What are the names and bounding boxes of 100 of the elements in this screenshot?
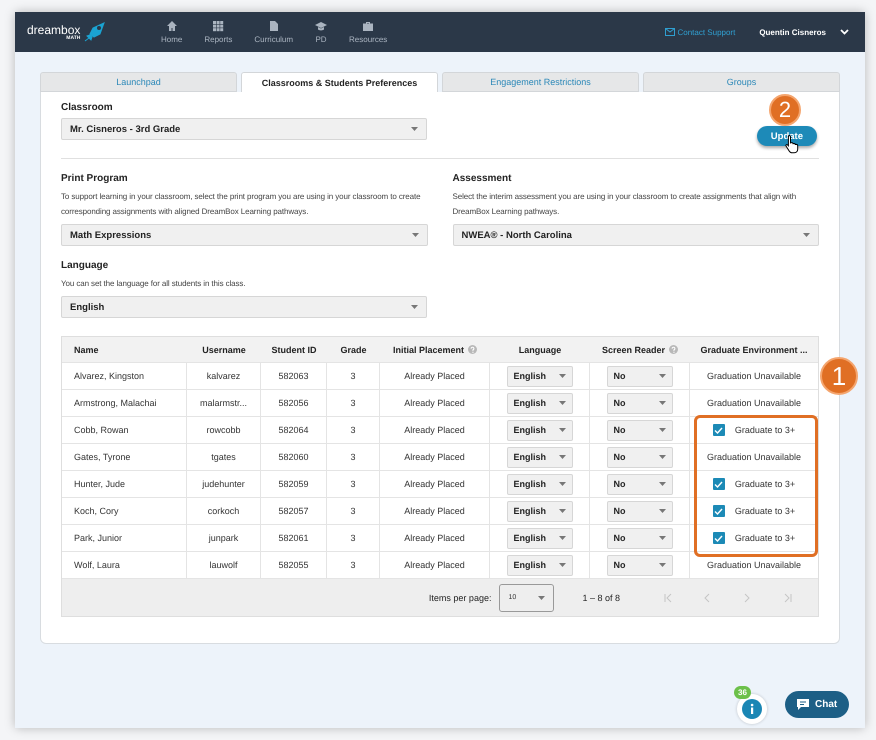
step-callout: 1 [820, 357, 858, 395]
tab[interactable]: Classrooms & Students Preferences [241, 72, 438, 92]
field-description: You can set the language for all students in this class. [61, 278, 246, 290]
caret-icon [658, 401, 666, 405]
nav-item[interactable]: Home [155, 20, 188, 44]
checkmark-icon [714, 426, 724, 434]
language-select[interactable]: English [506, 474, 572, 494]
items-per-page-label: Items per page: [428, 592, 492, 602]
user-name[interactable]: Quentin Cisneros [759, 28, 826, 36]
table-cell: Wolf, Laura [74, 560, 120, 570]
caret-icon [558, 482, 566, 486]
checkbox-label: Graduate to 3+ [734, 533, 796, 543]
page-range: 1 – 8 of 8 [582, 592, 620, 602]
table-cell: kalvarez [206, 371, 240, 381]
nav-item[interactable]: Reports [198, 20, 238, 44]
checkmark-icon [714, 480, 724, 488]
table-cell: Koch, Cory [74, 506, 119, 516]
graduation-cap-icon [315, 20, 328, 32]
column-header: Language [518, 344, 562, 354]
screen-reader-select[interactable]: No [606, 446, 672, 468]
screen-reader-select[interactable]: No [606, 366, 672, 386]
classroom-select[interactable]: Mr. Cisneros - 3rd Grade [61, 118, 427, 140]
caret-icon [412, 233, 418, 237]
column-header: Initial Placement [392, 344, 464, 354]
column-header: Screen Reader [602, 344, 666, 354]
screen-reader-select[interactable]: No [606, 500, 672, 522]
checkbox[interactable] [712, 505, 725, 517]
nav-item[interactable]: PD [309, 20, 334, 44]
table-cell: Graduation Unavailable [706, 371, 802, 381]
table-cell: 582064 [278, 425, 309, 435]
checkbox[interactable] [712, 532, 725, 544]
field-label: Language [61, 260, 110, 271]
language-select[interactable]: English [506, 420, 572, 440]
contact-support-link[interactable]: Contact Support [664, 28, 736, 36]
table-cell: junpark [208, 533, 238, 543]
table-cell: Park, Junior [74, 533, 122, 543]
chat-button[interactable]: Chat [785, 691, 850, 718]
home-icon [166, 20, 178, 32]
column-header: Grade [340, 344, 366, 354]
caret-icon [558, 563, 566, 567]
table-cell: corkoch [208, 506, 240, 516]
envelope-icon [664, 28, 674, 36]
screen-reader-select[interactable]: No [606, 474, 672, 494]
help-icon[interactable] [669, 345, 678, 354]
caret-icon [558, 455, 566, 459]
language-select[interactable]: English [506, 446, 572, 468]
caret-icon [411, 305, 418, 309]
table-cell: Already Placed [404, 452, 465, 462]
checkbox-label: Graduate to 3+ [734, 479, 796, 489]
table-cell: 3 [350, 452, 356, 462]
update-button[interactable]: Update [756, 126, 817, 146]
language-select[interactable]: English [506, 528, 572, 548]
notification-badge: 36 [734, 686, 751, 699]
column-header: Student ID [272, 344, 316, 354]
language-select[interactable]: English [61, 296, 427, 318]
table-cell: 3 [350, 506, 356, 516]
help-icon[interactable] [468, 345, 478, 354]
language-select[interactable]: English [506, 500, 572, 522]
caret-icon [658, 509, 666, 513]
language-select[interactable]: English [506, 366, 572, 386]
screen-reader-select[interactable]: No [606, 528, 672, 548]
checkbox-label: Graduate to 3+ [734, 425, 796, 435]
table-cell: Armstrong, Malachai [74, 398, 157, 408]
rocket-logo-icon [84, 22, 106, 42]
caret-icon [658, 455, 666, 459]
checkbox[interactable] [712, 424, 725, 436]
column-header: Name [74, 344, 99, 354]
caret-icon [411, 127, 418, 131]
caret-icon [658, 536, 666, 540]
language-select[interactable]: English [506, 554, 572, 576]
screen-reader-select[interactable]: No [606, 392, 672, 414]
checkbox[interactable] [712, 478, 725, 490]
table-cell: Already Placed [404, 371, 465, 381]
chevron-down-icon[interactable] [840, 29, 849, 35]
table-cell: 582055 [278, 560, 309, 570]
screen-reader-select[interactable]: No [606, 420, 672, 440]
table-cell: rowcobb [206, 425, 241, 435]
document-icon [268, 20, 280, 32]
info-icon[interactable] [742, 699, 762, 719]
field-description: Select the interim assessment you are using in your classroom to create assignments that align with DreamBox Learning pathways. [452, 191, 798, 218]
dropdown-select[interactable]: NWEA® - North Carolina [452, 224, 819, 246]
table-cell: Already Placed [404, 425, 465, 435]
table-cell: Hunter, Jude [74, 479, 126, 489]
table-cell: malarmstr... [200, 398, 247, 408]
brand-name: dreambox [27, 23, 80, 37]
field-label: Print Program [61, 173, 129, 184]
field-description: To support learning in your classroom, select the print program you are using in your classroom to create corresponding assignments with aligned DreamBox Learning pathways. [61, 191, 422, 218]
table-cell: 582061 [278, 533, 309, 543]
caret-icon [658, 374, 666, 378]
nav-item[interactable]: Resources [343, 20, 394, 44]
table-cell: Cobb, Rowan [74, 425, 129, 435]
table-cell: lauwolf [209, 560, 238, 570]
nav-item[interactable]: Curriculum [248, 20, 300, 44]
screen-reader-select[interactable]: No [606, 554, 672, 576]
table-cell: 3 [350, 479, 356, 489]
column-header: Graduate Environment ... [700, 344, 808, 354]
table-cell: Already Placed [404, 533, 465, 543]
dropdown-select[interactable]: Math Expressions [61, 224, 428, 246]
language-select[interactable]: English [506, 392, 572, 414]
field-label: Classroom [61, 102, 114, 113]
